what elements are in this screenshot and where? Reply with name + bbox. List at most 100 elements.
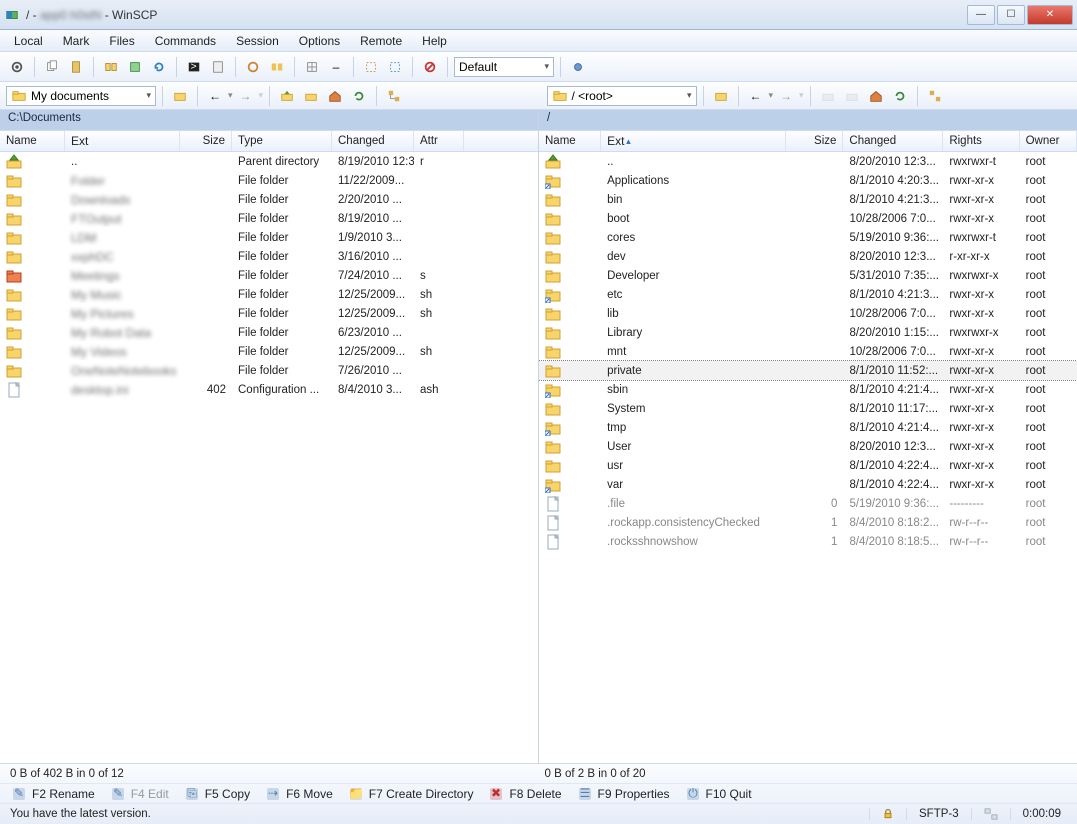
table-row[interactable]: FolderFile folder11/22/2009... [0,171,538,190]
sync-icon[interactable] [242,56,264,78]
menu-local[interactable]: Local [6,32,51,50]
remote-forward-icon[interactable]: → [775,85,797,107]
maximize-button[interactable]: ☐ [997,5,1025,25]
menu-help[interactable]: Help [414,32,455,50]
col-changed[interactable]: Changed [332,131,414,151]
table-row[interactable]: .rockapp.consistencyChecked18/4/2010 8:1… [539,513,1077,532]
table-row[interactable]: Developer5/31/2010 7:35:...rwxrwxr-xroot [539,266,1077,285]
fnkey-move[interactable]: ⇢F6 Move [258,787,341,801]
col-changed[interactable]: Changed [843,131,943,151]
col-name[interactable]: Name [0,131,65,151]
table-row[interactable]: My Robot DataFile folder6/23/2010 ... [0,323,538,342]
table-row[interactable]: .rocksshnowshow18/4/2010 8:18:5...rw-r--… [539,532,1077,551]
col-attr[interactable]: Attr [414,131,464,151]
table-row[interactable]: .file05/19/2010 9:36:...---------root [539,494,1077,513]
table-row[interactable]: Applications8/1/2010 4:20:3...rwxr-xr-xr… [539,171,1077,190]
remote-root-icon[interactable] [841,85,863,107]
local-refresh-icon[interactable] [348,85,370,107]
local-tree-icon[interactable] [383,85,405,107]
table-row[interactable]: MeetingsFile folder7/24/2010 ...s [0,266,538,285]
local-open-folder-icon[interactable] [169,85,191,107]
stop-icon[interactable] [419,56,441,78]
table-row[interactable]: ..8/20/2010 12:3...rwxrwxr-troot [539,152,1077,171]
remote-tree-icon[interactable] [924,85,946,107]
minimize-button[interactable]: ― [967,5,995,25]
col-size[interactable]: Size [180,131,232,151]
menu-session[interactable]: Session [228,32,287,50]
copy-icon[interactable] [41,56,63,78]
remote-home-icon[interactable] [865,85,887,107]
col-name[interactable]: Name [539,131,601,151]
table-row[interactable]: private8/1/2010 11:52:...rwxr-xr-xroot [539,361,1077,380]
table-row[interactable]: etc8/1/2010 4:21:3...rwxr-xr-xroot [539,285,1077,304]
col-ext[interactable]: Ext▲ [601,131,786,151]
table-row[interactable]: User8/20/2010 12:3...rwxr-xr-xroot [539,437,1077,456]
table-row[interactable]: usr8/1/2010 4:22:4...rwxr-xr-xroot [539,456,1077,475]
menu-mark[interactable]: Mark [55,32,98,50]
remote-back-icon[interactable]: ← [745,85,767,107]
local-forward-icon[interactable]: → [235,85,257,107]
local-file-list[interactable]: ..Parent directory8/19/2010 12:3...rFold… [0,152,538,763]
table-row[interactable]: FTOutputFile folder8/19/2010 ... [0,209,538,228]
mark-icon[interactable] [360,56,382,78]
fnkey-mkdir[interactable]: 📁F7 Create Directory [341,787,482,801]
fnkey-props[interactable]: ☰F9 Properties [570,787,678,801]
terminal-icon[interactable]: > [183,56,205,78]
local-drive-select[interactable]: My documents [6,86,156,106]
table-row[interactable]: boot10/28/2006 7:0...rwxr-xr-xroot [539,209,1077,228]
remote-refresh-icon[interactable] [889,85,911,107]
table-row[interactable]: Library8/20/2010 1:15:...rwxrwxr-xroot [539,323,1077,342]
paste-icon[interactable] [65,56,87,78]
menu-options[interactable]: Options [291,32,348,50]
table-row[interactable]: tmp8/1/2010 4:21:4...rwxr-xr-xroot [539,418,1077,437]
table-row[interactable]: ..Parent directory8/19/2010 12:3...r [0,152,538,171]
table-row[interactable]: LDMFile folder1/9/2010 3... [0,228,538,247]
local-back-icon[interactable]: ← [204,85,226,107]
menu-files[interactable]: Files [101,32,142,50]
table-row[interactable]: cores5/19/2010 9:36:...rwxrwxr-troot [539,228,1077,247]
table-row[interactable]: My MusicFile folder12/25/2009...sh [0,285,538,304]
col-owner[interactable]: Owner [1020,131,1077,151]
col-size[interactable]: Size [786,131,843,151]
fnkey-edit[interactable]: ✎F4 Edit [103,787,177,801]
col-rights[interactable]: Rights [943,131,1019,151]
menu-remote[interactable]: Remote [352,32,410,50]
table-row[interactable]: mnt10/28/2006 7:0...rwxr-xr-xroot [539,342,1077,361]
fnkey-rename[interactable]: ✎F2 Rename [4,787,103,801]
remote-open-folder-icon[interactable] [710,85,732,107]
table-row[interactable]: sbin8/1/2010 4:21:4...rwxr-xr-xroot [539,380,1077,399]
remote-up-icon[interactable] [817,85,839,107]
tool-b-icon[interactable] [124,56,146,78]
local-home-icon[interactable] [324,85,346,107]
remote-path-select[interactable]: / <root> [547,86,697,106]
gear-icon[interactable] [6,56,28,78]
table-row[interactable]: xxphDCFile folder3/16/2010 ... [0,247,538,266]
unmark-icon[interactable] [384,56,406,78]
gear2-icon[interactable] [567,56,589,78]
compare-icon[interactable] [266,56,288,78]
remote-file-list[interactable]: ..8/20/2010 12:3...rwxrwxr-trootApplicat… [539,152,1077,763]
table-row[interactable]: bin8/1/2010 4:21:3...rwxr-xr-xroot [539,190,1077,209]
local-up-icon[interactable] [276,85,298,107]
table-row[interactable]: DownloadsFile folder2/20/2010 ... [0,190,538,209]
table-row[interactable]: My PicturesFile folder12/25/2009...sh [0,304,538,323]
menu-commands[interactable]: Commands [147,32,224,50]
fnkey-delete[interactable]: ✖F8 Delete [481,787,569,801]
tool-a-icon[interactable] [100,56,122,78]
col-type[interactable]: Type [232,131,332,151]
table-row[interactable]: var8/1/2010 4:22:4...rwxr-xr-xroot [539,475,1077,494]
local-header[interactable]: Name Ext Size Type Changed Attr [0,130,538,152]
local-root-icon[interactable] [300,85,322,107]
col-ext[interactable]: Ext [65,131,180,151]
session-select[interactable]: Default [454,57,554,77]
refresh-icon[interactable] [148,56,170,78]
table-row[interactable]: lib10/28/2006 7:0...rwxr-xr-xroot [539,304,1077,323]
fnkey-copy[interactable]: ⎘F5 Copy [177,787,258,801]
minus-icon[interactable]: – [325,56,347,78]
table-row[interactable]: OneNoteNotebooksFile folder7/26/2010 ... [0,361,538,380]
table-row[interactable]: My VideosFile folder12/25/2009...sh [0,342,538,361]
table-row[interactable]: dev8/20/2010 12:3...r-xr-xr-xroot [539,247,1077,266]
table-row[interactable]: System8/1/2010 11:17:...rwxr-xr-xroot [539,399,1077,418]
fnkey-quit[interactable]: ⏻F10 Quit [678,787,760,801]
titlebar[interactable]: / - app0 h0stN - WinSCP ― ☐ ✕ [0,0,1077,30]
